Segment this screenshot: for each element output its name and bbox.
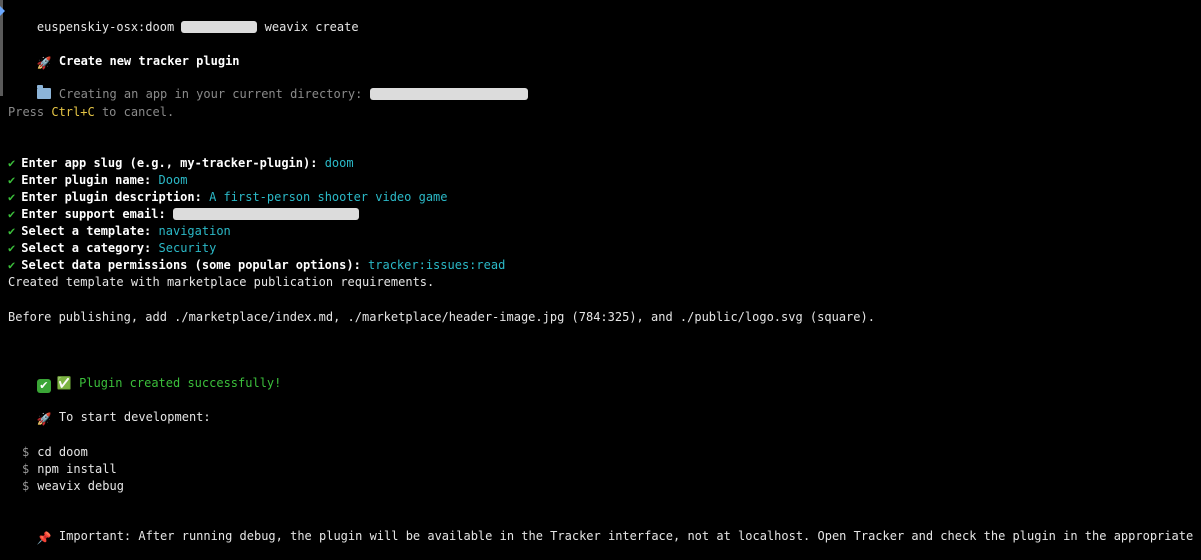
cancel-hint-suffix: to cancel.	[94, 105, 175, 119]
command-line: $ cd doom	[22, 444, 88, 460]
folder-icon	[36, 85, 51, 99]
success-text: ✅ Plugin created successfully!	[56, 376, 282, 390]
cancel-hint-key: Ctrl+C	[51, 105, 95, 119]
prompt-line: euspenskiy-osx:doom weavix create	[0, 3, 359, 34]
terminal-window[interactable]: euspenskiy-osx:doom weavix create 🚀 Creat…	[0, 0, 1201, 545]
answer-value: navigation	[158, 224, 231, 238]
answer-question: Enter plugin description:	[21, 190, 202, 204]
answer-question: Select data permissions (some popular op…	[21, 258, 361, 272]
command-text: cd doom	[37, 445, 88, 459]
check-box-icon: ✔	[36, 379, 51, 393]
page-title: Create new tracker plugin	[58, 54, 240, 68]
success-line: ✔ ✅ Plugin created successfully!	[8, 359, 281, 393]
answer-value: tracker:issues:read	[368, 258, 506, 272]
prompt-marker-icon	[0, 6, 5, 16]
important-line: 📌 Important: After running debug, the plu…	[8, 512, 1201, 545]
redacted-directory	[369, 88, 528, 100]
answer-question: Select a template:	[21, 224, 152, 238]
start-dev-line: 🚀 To start development:	[8, 393, 211, 426]
prompt-command: weavix create	[264, 20, 359, 34]
command-text: weavix debug	[37, 479, 124, 493]
check-icon: ✔	[8, 156, 16, 170]
creating-line: Creating an app in your current director…	[8, 70, 528, 101]
check-icon: ✔	[8, 224, 16, 238]
dollar-sign: $	[22, 479, 30, 493]
title-line: 🚀 Create new tracker plugin	[8, 37, 240, 70]
answer-question: Enter app slug (e.g., my-tracker-plugin)…	[21, 156, 318, 170]
dollar-sign: $	[22, 445, 30, 459]
rocket-icon: 🚀	[36, 412, 52, 426]
answer-value: A first-person shooter video game	[209, 190, 448, 204]
check-icon: ✔	[8, 241, 16, 255]
created-template-line: Created template with marketplace public…	[8, 275, 435, 289]
check-icon: ✔	[8, 258, 16, 272]
command-line: $ weavix debug	[22, 478, 124, 494]
answer-value: Doom	[158, 173, 188, 187]
answer-question: Select a category:	[21, 241, 152, 255]
check-icon: ✔	[8, 173, 16, 187]
answer-question: Enter plugin name:	[21, 173, 152, 187]
cancel-hint-line: Press Ctrl+C to cancel.	[8, 104, 174, 120]
redacted-block	[181, 21, 258, 33]
answer-line: ✔ Enter plugin name: Doom	[8, 172, 187, 188]
check-icon: ✔	[8, 207, 16, 221]
prompt-host-path: euspenskiy-osx:doom	[36, 20, 175, 34]
pin-icon: 📌	[36, 531, 52, 545]
answer-line: ✔ Select a template: navigation	[8, 223, 231, 239]
answer-line: ✔ Enter support email:	[8, 206, 359, 222]
answer-value: doom	[324, 156, 354, 170]
start-dev-text: To start development:	[58, 410, 211, 424]
redacted-email	[172, 208, 359, 220]
before-publishing-line: Before publishing, add ./marketplace/ind…	[8, 310, 875, 324]
check-icon: ✔	[8, 190, 16, 204]
command-line: $ npm install	[22, 461, 117, 477]
answer-value: Security	[158, 241, 217, 255]
answer-line: ✔ Enter plugin description: A first-perso…	[8, 189, 448, 205]
answer-question: Enter support email:	[21, 207, 166, 221]
answer-line: ✔ Enter app slug (e.g., my-tracker-plugin…	[8, 155, 354, 171]
command-text: npm install	[37, 462, 117, 476]
answer-line: ✔ Select data permissions (some popular o…	[8, 257, 505, 273]
rocket-icon: 🚀	[36, 56, 52, 70]
dollar-sign: $	[22, 462, 30, 476]
cancel-hint-prefix: Press	[8, 105, 52, 119]
creating-text: Creating an app in your current director…	[58, 87, 363, 101]
answer-line: ✔ Select a category: Security	[8, 240, 216, 256]
